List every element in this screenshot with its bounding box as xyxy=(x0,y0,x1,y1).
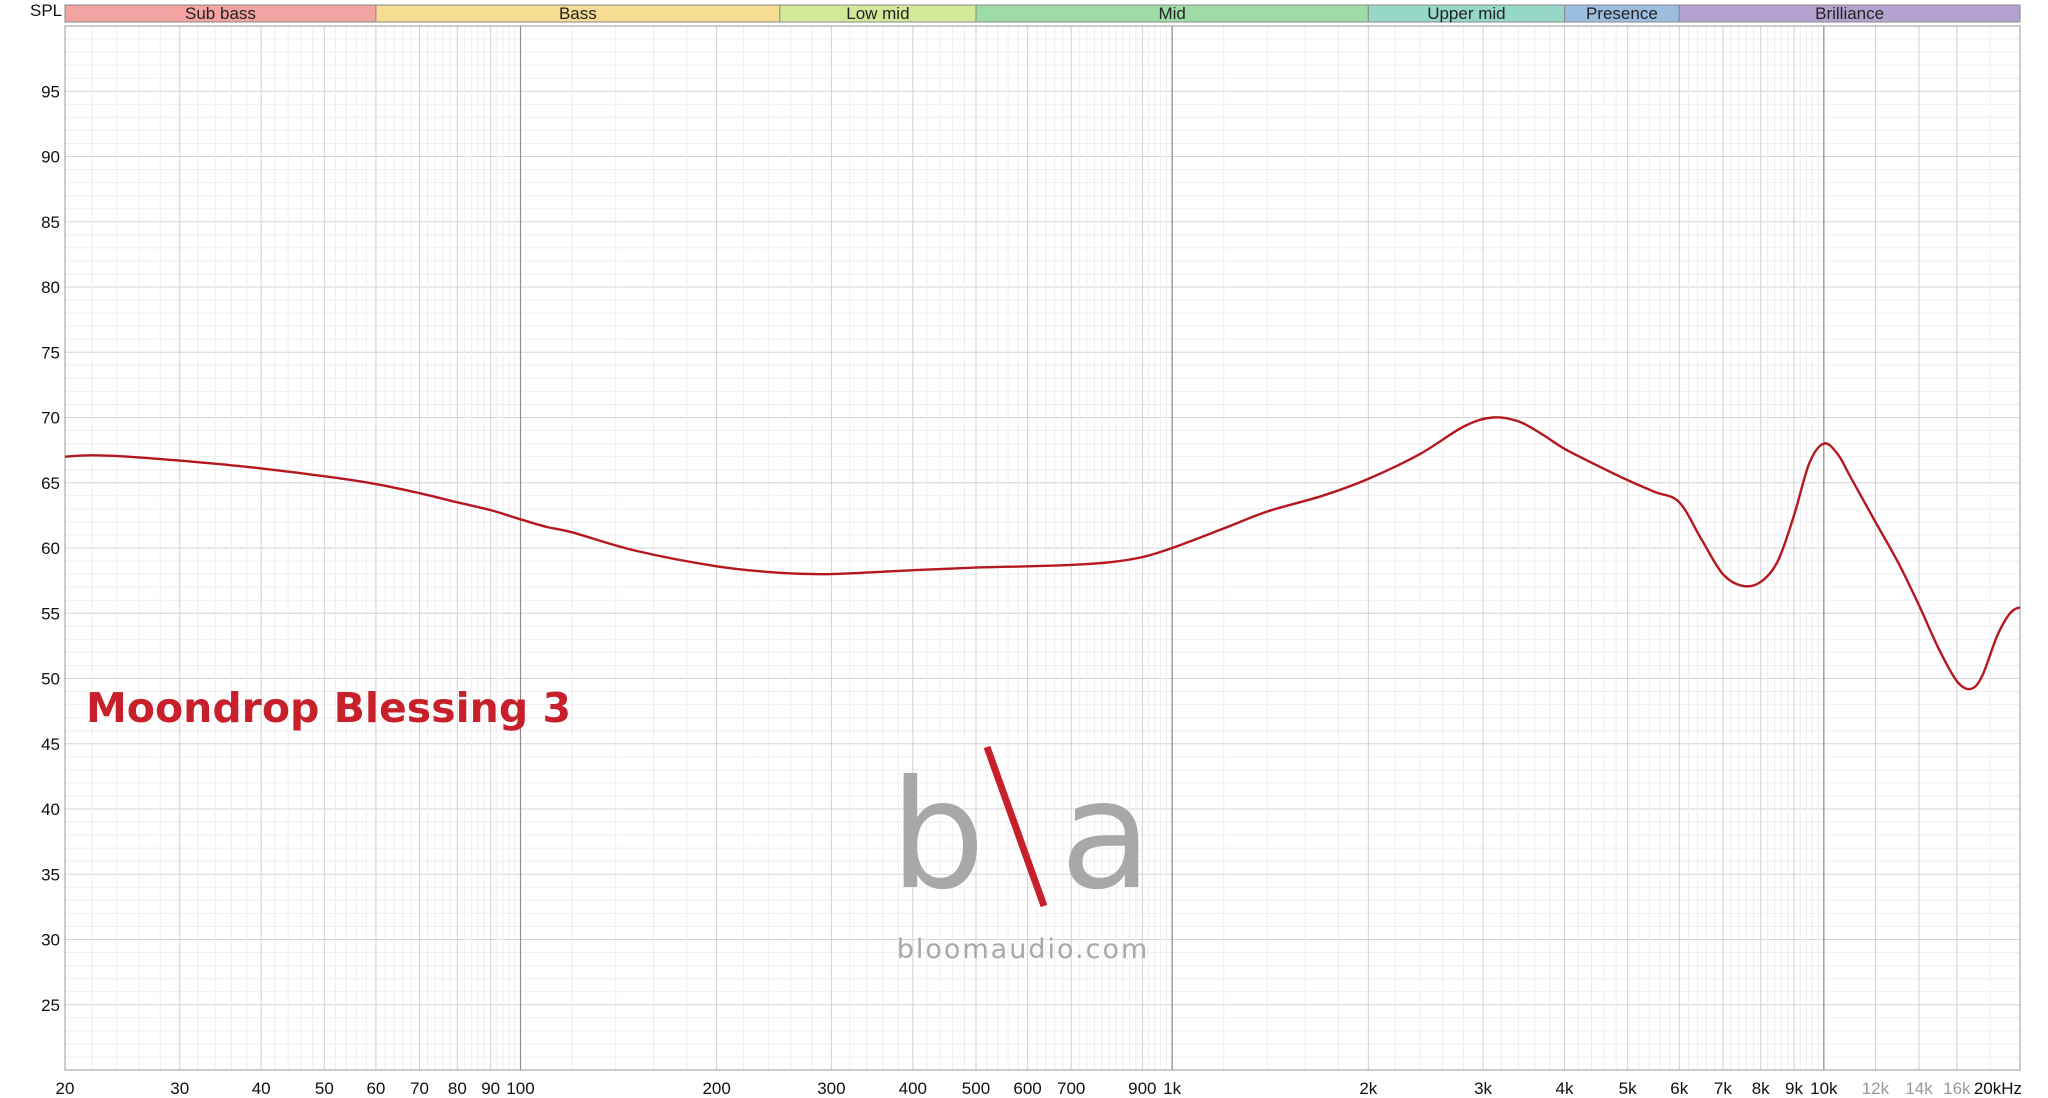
x-tick-label: 20 xyxy=(56,1079,75,1098)
x-tick-label: 10k xyxy=(1810,1079,1838,1098)
x-tick-label: 9k xyxy=(1785,1079,1803,1098)
x-tick-label: 7k xyxy=(1714,1079,1732,1098)
y-tick-label: 25 xyxy=(41,996,60,1015)
y-tick-label: 40 xyxy=(41,800,60,819)
x-tick-label: 12k xyxy=(1862,1079,1890,1098)
band-label: Bass xyxy=(559,4,597,23)
y-tick-label: 90 xyxy=(41,148,60,167)
y-axis-label: SPL xyxy=(30,1,62,20)
x-tick-label: 40 xyxy=(252,1079,271,1098)
x-tick-label: 500 xyxy=(962,1079,990,1098)
chart-title: Moondrop Blessing 3 xyxy=(86,684,571,732)
x-tick-label: 50 xyxy=(315,1079,334,1098)
x-tick-label: 4k xyxy=(1556,1079,1574,1098)
x-tick-label: 700 xyxy=(1057,1079,1085,1098)
y-tick-label: 55 xyxy=(41,604,60,623)
y-tick-label: 30 xyxy=(41,931,60,950)
frequency-response-chart: Sub bass Bass Low mid Mid Upper mid Presence B… xyxy=(30,1,2022,1098)
x-tick-label: 16k xyxy=(1943,1079,1971,1098)
watermark-slash xyxy=(983,745,1048,908)
x-axis: 20 30 40 50 60 70 80 90 100 200 300 400 500 600 700 900… xyxy=(56,1079,2022,1098)
x-tick-label: 30 xyxy=(170,1079,189,1098)
x-tick-label: 6k xyxy=(1670,1079,1688,1098)
y-tick-label: 50 xyxy=(41,670,60,689)
x-tick-label: 60 xyxy=(366,1079,385,1098)
x-tick-label: 14k xyxy=(1905,1079,1933,1098)
y-tick-label: 95 xyxy=(41,82,60,101)
band-label: Sub bass xyxy=(185,4,256,23)
y-tick-label: 85 xyxy=(41,213,60,232)
band-label: Mid xyxy=(1158,4,1185,23)
y-tick-label: 65 xyxy=(41,474,60,493)
watermark-url: bloomaudio.com xyxy=(897,934,1150,965)
x-tick-label: 400 xyxy=(899,1079,927,1098)
x-tick-label: 600 xyxy=(1013,1079,1041,1098)
x-tick-label: 3k xyxy=(1474,1079,1492,1098)
x-tick-label: 8k xyxy=(1752,1079,1770,1098)
x-tick-label: 2k xyxy=(1359,1079,1377,1098)
x-tick-label: 300 xyxy=(817,1079,845,1098)
x-tick-label: 5k xyxy=(1619,1079,1637,1098)
x-tick-label: 900 xyxy=(1128,1079,1156,1098)
y-tick-label: 75 xyxy=(41,343,60,362)
x-tick-label: 90 xyxy=(481,1079,500,1098)
x-tick-label: 1k xyxy=(1163,1079,1181,1098)
watermark-a: a xyxy=(1060,749,1152,923)
grid xyxy=(64,25,2021,1071)
y-axis: 25 30 35 40 45 50 55 60 65 70 75 80 85 90 95 xyxy=(41,82,60,1015)
band-label: Presence xyxy=(1586,4,1658,23)
y-tick-label: 80 xyxy=(41,278,60,297)
y-tick-label: 70 xyxy=(41,409,60,428)
y-tick-label: 35 xyxy=(41,865,60,884)
y-tick-label: 60 xyxy=(41,539,60,558)
frequency-band-bar: Sub bass Bass Low mid Mid Upper mid Presence B… xyxy=(64,4,2021,23)
watermark: b a bloomaudio.com xyxy=(890,745,1152,965)
x-tick-label: 200 xyxy=(702,1079,730,1098)
watermark-b: b xyxy=(890,749,985,923)
band-label: Brilliance xyxy=(1815,4,1884,23)
x-tick-label: 20kHz xyxy=(1974,1079,2022,1098)
band-label: Upper mid xyxy=(1427,4,1505,23)
x-tick-label: 80 xyxy=(448,1079,467,1098)
x-tick-label: 70 xyxy=(410,1079,429,1098)
y-tick-label: 45 xyxy=(41,735,60,754)
x-tick-label: 100 xyxy=(506,1079,534,1098)
band-label: Low mid xyxy=(846,4,909,23)
